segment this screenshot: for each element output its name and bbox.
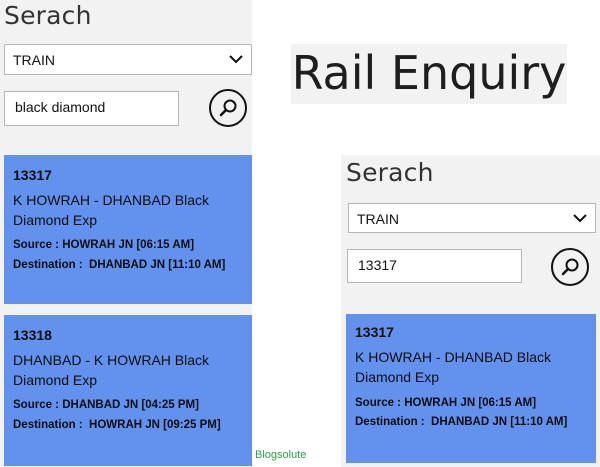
train-number: 13317 <box>355 324 394 340</box>
search-input[interactable]: black diamond <box>4 91 179 126</box>
chevron-down-icon <box>229 55 243 64</box>
search-icon <box>219 99 237 117</box>
train-destination: Destination : DHANBAD JN [11:10 AM] <box>355 416 568 428</box>
search-input[interactable]: 13317 <box>347 249 522 283</box>
result-card[interactable]: 13317 K HOWRAH - DHANBAD Black Diamond E… <box>4 155 252 304</box>
search-button[interactable] <box>209 89 247 127</box>
type-select[interactable]: TRAIN <box>348 203 596 233</box>
search-heading: Serach <box>346 158 434 187</box>
search-icon <box>561 258 579 276</box>
result-card[interactable]: 13318 DHANBAD - K HOWRAH Black Diamond E… <box>4 315 252 466</box>
train-number: 13318 <box>13 327 52 343</box>
chevron-down-icon <box>573 214 587 223</box>
watermark-text: Blogsolute <box>255 449 307 461</box>
right-search-panel: Serach TRAIN 13317 13317 K HOWRAH - DHAN… <box>341 155 600 467</box>
search-button[interactable] <box>551 248 589 286</box>
left-search-panel: Serach TRAIN black diamond 13317 K HOWRA… <box>0 0 252 467</box>
train-name: K HOWRAH - DHANBAD Black Diamond Exp <box>13 192 210 228</box>
train-destination: Destination : DHANBAD JN [11:10 AM] <box>13 259 226 271</box>
train-source: Source : HOWRAH JN [06:15 AM] <box>13 239 195 251</box>
app-title: Rail Enquiry <box>291 44 567 104</box>
type-select[interactable]: TRAIN <box>4 44 252 75</box>
train-name: DHANBAD - K HOWRAH Black Diamond Exp <box>13 352 210 388</box>
result-card[interactable]: 13317 K HOWRAH - DHANBAD Black Diamond E… <box>346 314 596 463</box>
train-number: 13317 <box>13 167 52 183</box>
train-name: K HOWRAH - DHANBAD Black Diamond Exp <box>355 349 552 385</box>
search-input-value: black diamond <box>15 99 106 115</box>
search-input-value: 13317 <box>358 257 397 273</box>
train-destination: Destination : HOWRAH JN [09:25 PM] <box>13 419 221 431</box>
type-select-value: TRAIN <box>13 52 55 68</box>
train-source: Source : DHANBAD JN [04:25 PM] <box>13 399 199 411</box>
train-source: Source : HOWRAH JN [06:15 AM] <box>355 397 537 409</box>
type-select-value: TRAIN <box>357 211 399 227</box>
search-heading: Serach <box>4 1 92 30</box>
